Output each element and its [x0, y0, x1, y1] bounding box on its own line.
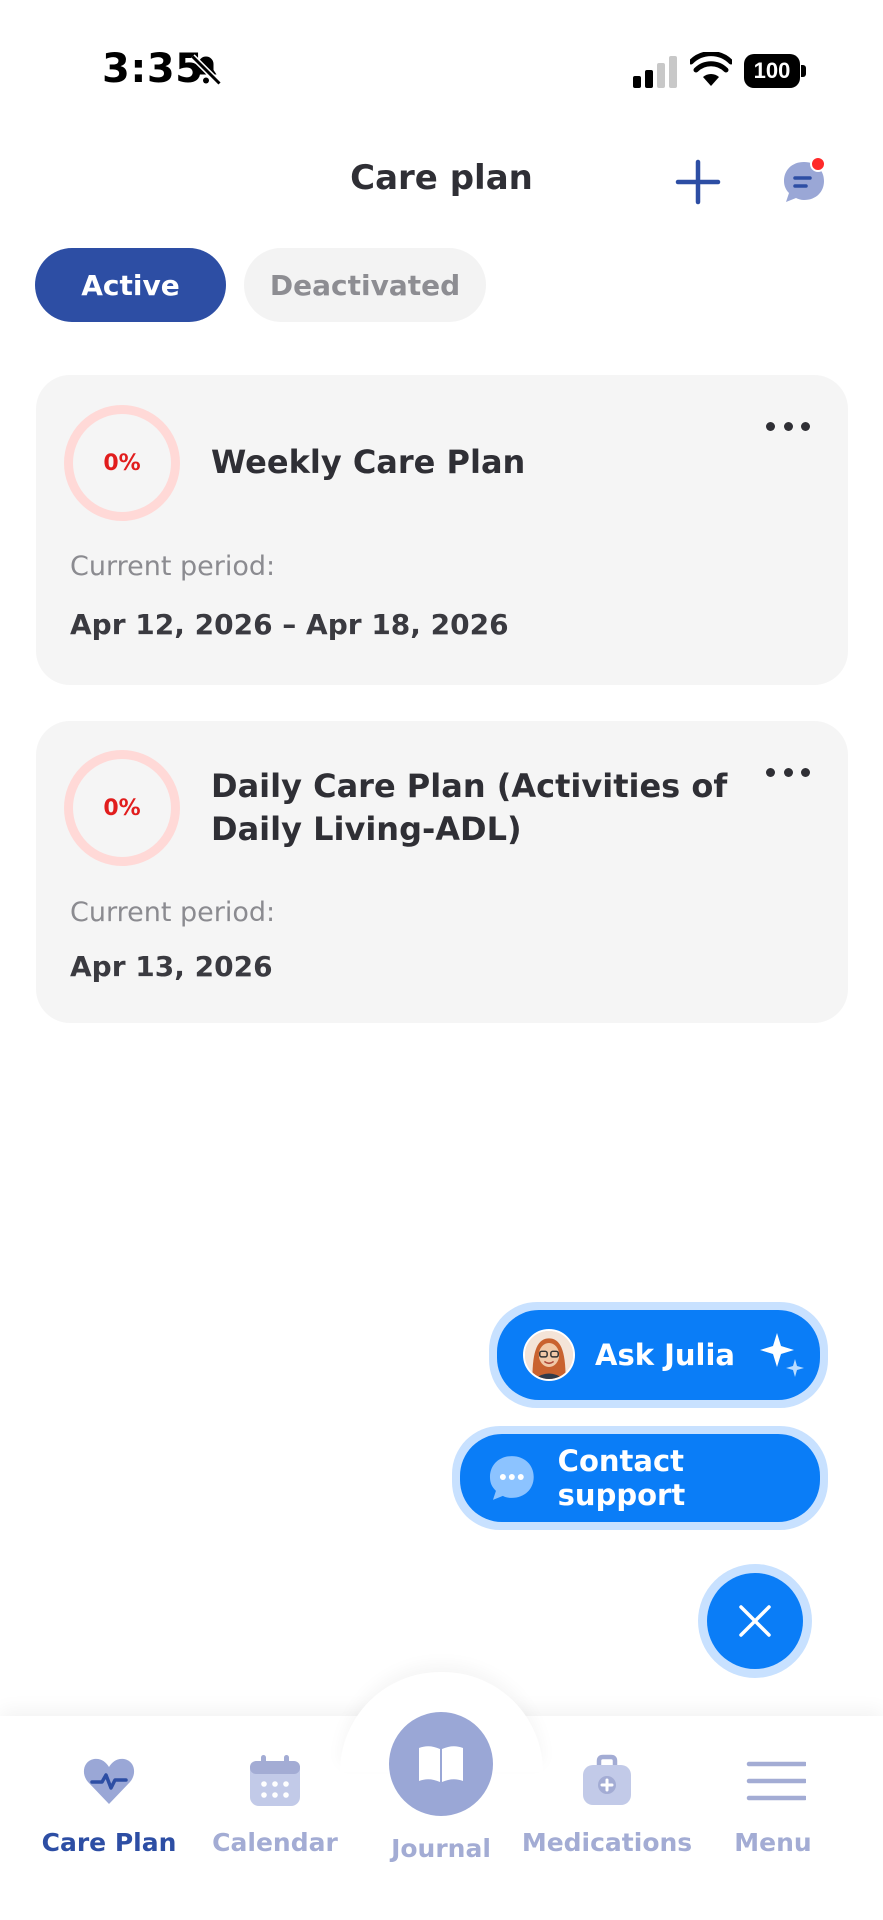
nav-calendar[interactable]: Calendar — [187, 1752, 363, 1857]
nav-label: Journal — [391, 1834, 491, 1863]
period-label: Current period: — [70, 551, 276, 582]
more-options-icon[interactable] — [760, 411, 816, 441]
tab-active[interactable]: Active — [35, 248, 226, 322]
support-chat-icon — [489, 1456, 534, 1500]
heart-pulse-icon — [83, 1758, 135, 1804]
tab-deactivated[interactable]: Deactivated — [244, 248, 486, 322]
nav-care-plan[interactable]: Care Plan — [21, 1752, 197, 1857]
close-fab-button[interactable] — [698, 1564, 812, 1678]
contact-support-button[interactable]: Contact support — [452, 1426, 828, 1530]
contact-support-label: Contact support — [557, 1444, 686, 1512]
more-options-icon[interactable] — [760, 757, 816, 787]
bell-slash-icon — [190, 54, 222, 86]
progress-value: 0% — [103, 795, 141, 821]
ask-julia-label: Ask Julia — [595, 1338, 735, 1372]
book-icon — [419, 1746, 463, 1782]
plus-icon[interactable] — [672, 156, 724, 208]
progress-ring: 0% — [64, 750, 180, 866]
period-label: Current period: — [70, 897, 276, 928]
notification-badge — [810, 156, 826, 172]
nav-label: Medications — [521, 1828, 693, 1857]
progress-ring: 0% — [64, 405, 180, 521]
nav-journal[interactable]: Journal — [353, 1712, 529, 1863]
page-title: Care plan — [350, 158, 533, 198]
care-plan-title: Weekly Care Plan — [211, 443, 526, 481]
nav-menu[interactable]: Menu — [685, 1752, 861, 1857]
signal-icon — [633, 56, 677, 88]
sparkle-icon — [759, 1333, 804, 1377]
ask-julia-button[interactable]: Ask Julia — [489, 1302, 828, 1408]
nav-medications[interactable]: Medications — [519, 1752, 695, 1857]
care-plan-card[interactable]: 0% Daily Care Plan (Activities of Daily … — [36, 721, 848, 1023]
status-bar: 3:35 100 — [0, 0, 883, 140]
close-icon — [739, 1605, 771, 1637]
care-plan-title: Daily Care Plan (Activities of Daily Liv… — [211, 767, 728, 848]
period-value: Apr 12, 2026 – Apr 18, 2026 — [70, 608, 509, 641]
menu-icon — [746, 1761, 806, 1801]
progress-value: 0% — [103, 450, 141, 476]
nav-label: Care Plan — [41, 1828, 177, 1857]
period-value: Apr 13, 2026 — [70, 950, 273, 983]
care-plan-card[interactable]: 0% Weekly Care Plan Current period: Apr … — [36, 375, 848, 685]
calendar-icon — [250, 1755, 300, 1806]
medkit-icon — [583, 1754, 631, 1805]
battery-level: 100 — [753, 58, 791, 83]
battery-icon: 100 — [744, 54, 806, 88]
journal-button[interactable] — [389, 1712, 493, 1816]
nav-label: Menu — [734, 1828, 812, 1857]
julia-avatar — [523, 1329, 575, 1381]
wifi-icon — [690, 52, 732, 86]
nav-label: Calendar — [212, 1828, 338, 1857]
